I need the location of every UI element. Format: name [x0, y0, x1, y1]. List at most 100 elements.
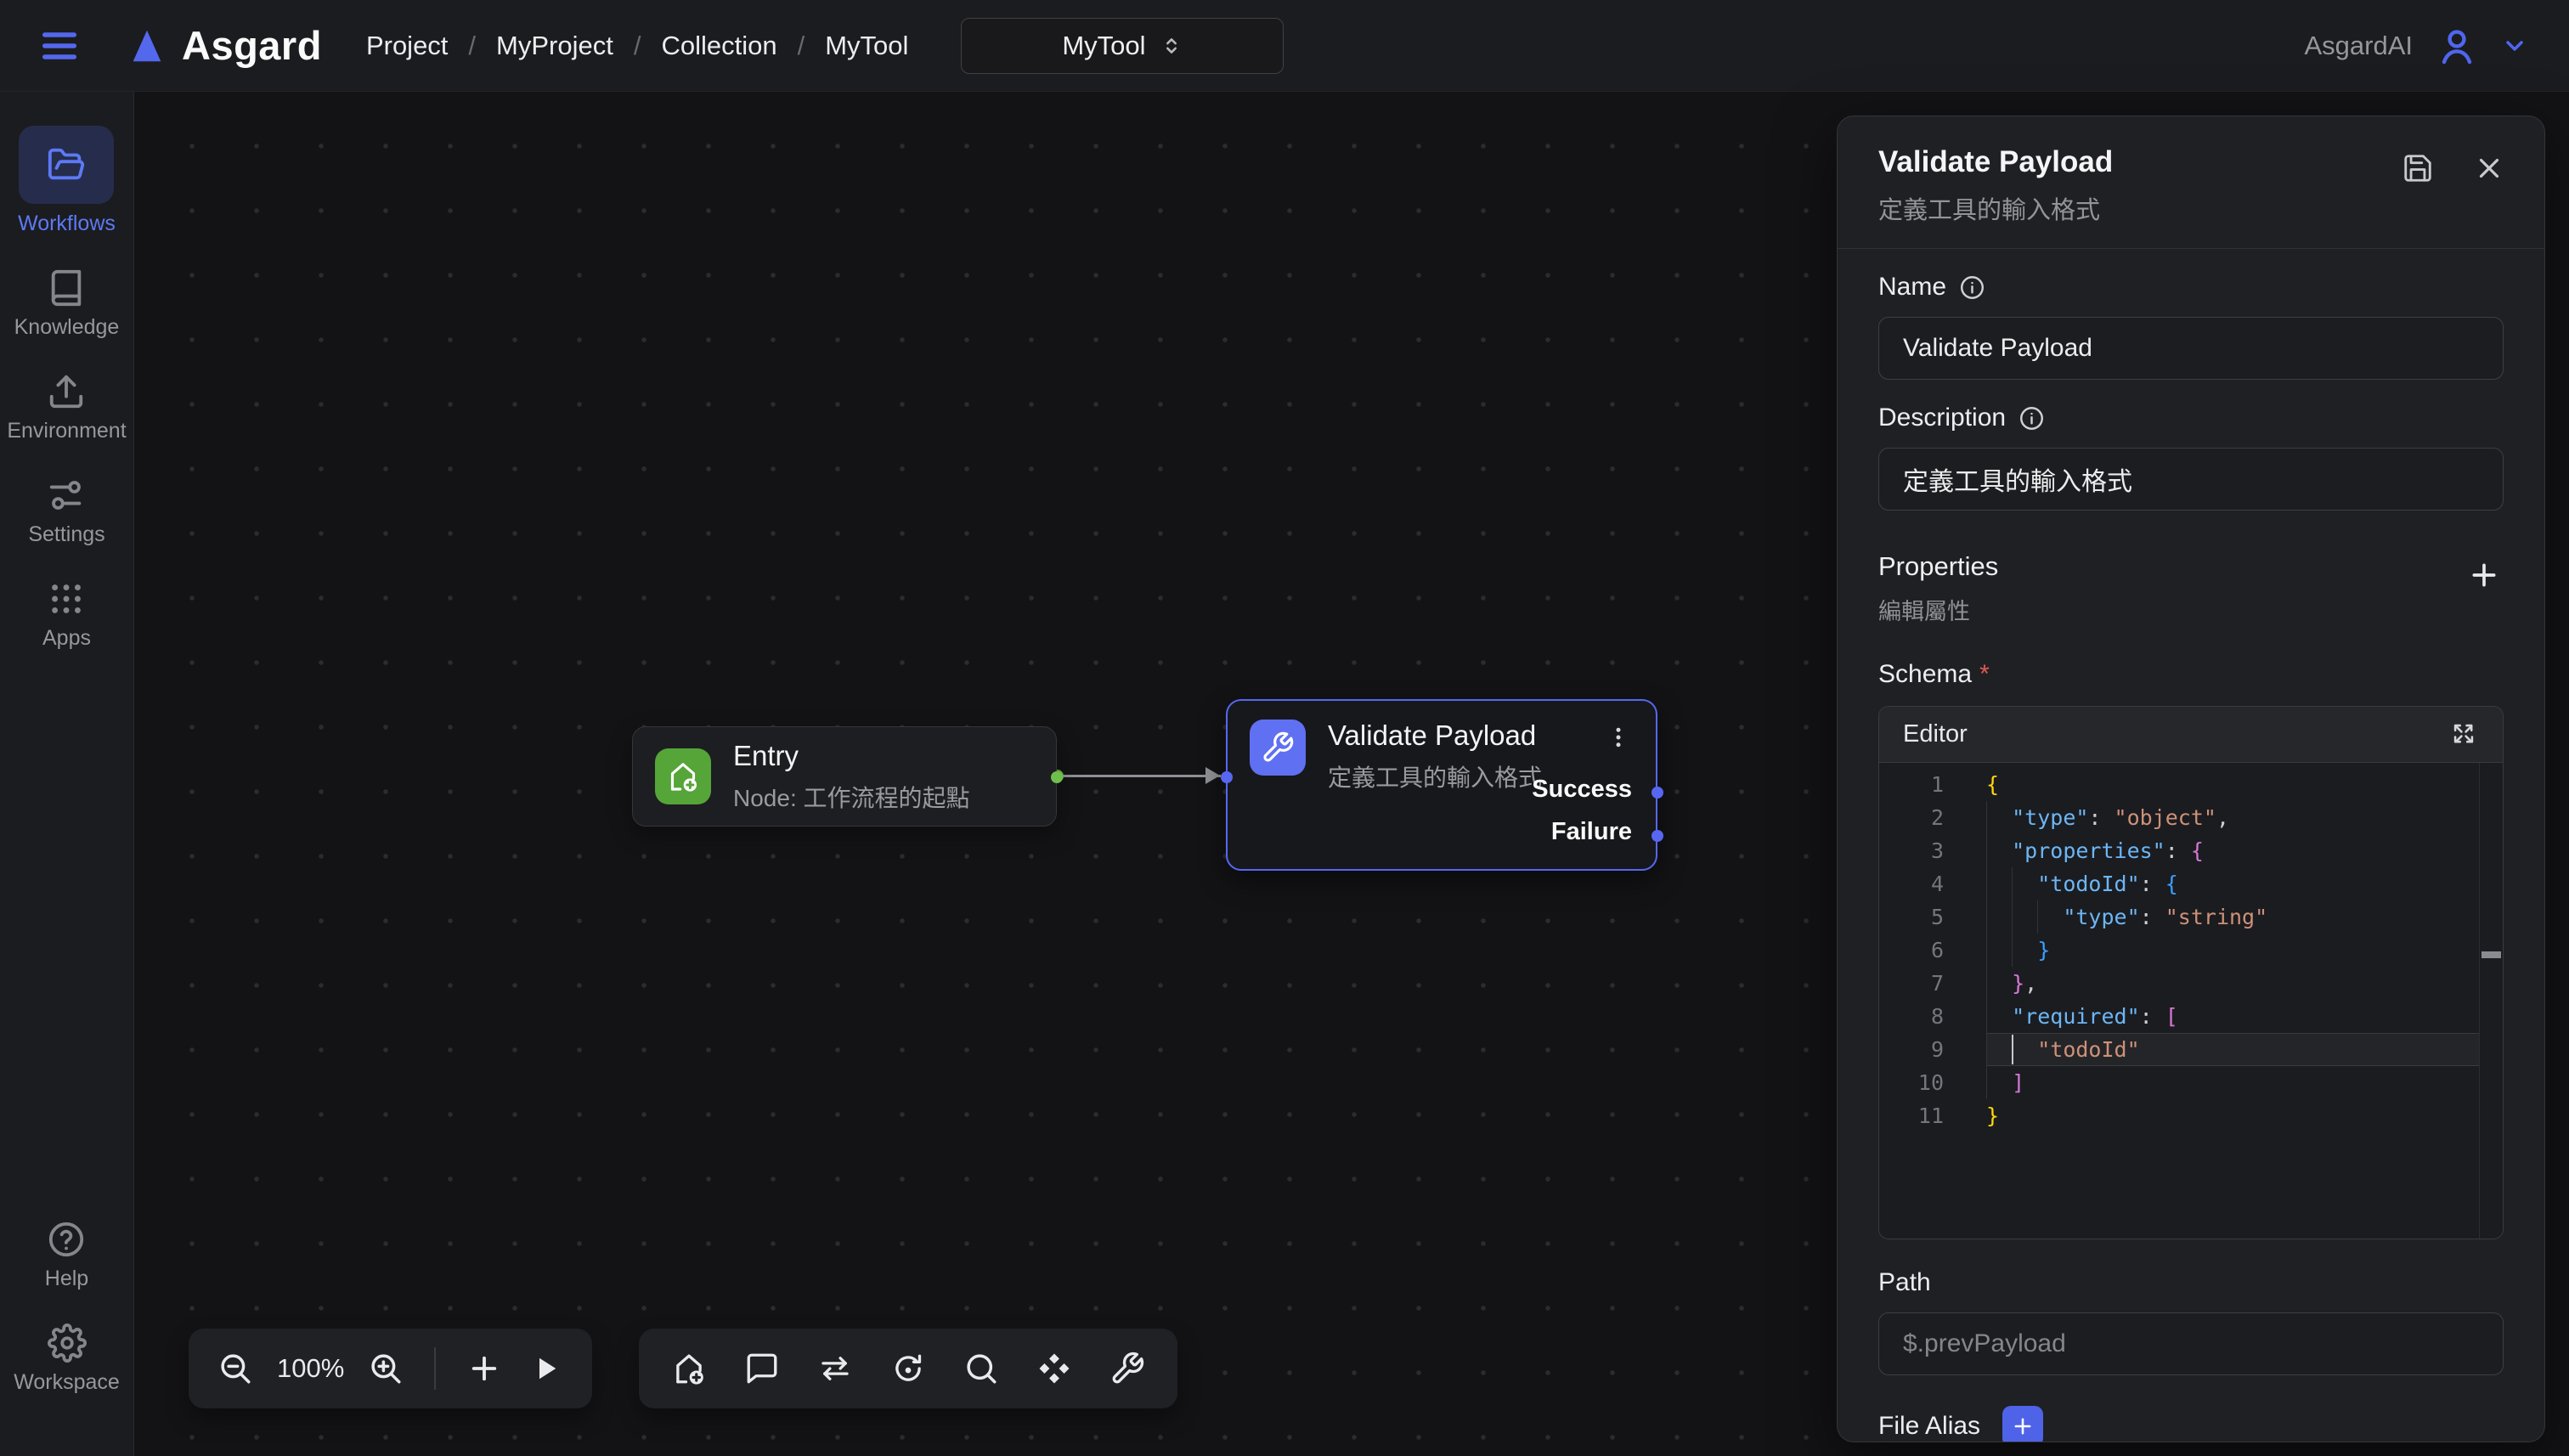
line-number: 4: [1879, 867, 1944, 900]
plus-icon: [2011, 1414, 2035, 1438]
sidebar-item-workspace[interactable]: Workspace: [14, 1323, 120, 1395]
node-validate-payload[interactable]: Validate Payload 定義工具的輸入格式 Success Failu…: [1226, 699, 1657, 871]
house-plus-icon: [666, 759, 700, 793]
validate-success-port[interactable]: [1652, 787, 1663, 799]
sidebar-item-workflows[interactable]: Workflows: [18, 126, 116, 236]
sidebar-item-environment[interactable]: Environment: [7, 372, 126, 443]
description-label-text: Description: [1878, 404, 2006, 432]
indent-guide: [1986, 900, 1987, 934]
brand[interactable]: Asgard: [127, 22, 322, 69]
line-number: 10: [1879, 1066, 1944, 1099]
account-name: AsgardAI: [2304, 31, 2413, 61]
tool-select-value: MyTool: [1062, 31, 1145, 61]
search-button[interactable]: [962, 1349, 1001, 1388]
sidebar-item-apps[interactable]: Apps: [42, 579, 91, 651]
save-button[interactable]: [2402, 152, 2434, 184]
indent-guide: [1986, 934, 1987, 967]
add-button[interactable]: [465, 1349, 504, 1388]
sidebar-item-settings[interactable]: Settings: [28, 476, 104, 547]
indent-guide: [1986, 801, 1987, 834]
expand-editor-button[interactable]: [2448, 720, 2479, 750]
file-alias-label: File Alias: [1878, 1412, 1980, 1441]
run-button[interactable]: [526, 1349, 565, 1388]
sidebar-item-knowledge[interactable]: Knowledge: [14, 268, 120, 340]
user-icon[interactable]: [2436, 25, 2477, 66]
node-entry[interactable]: Entry Node: 工作流程的起點: [632, 726, 1057, 827]
menu-icon: [37, 24, 82, 68]
sidebar-item-highlight: [47, 372, 86, 411]
sidebar-item-highlight: [47, 268, 86, 308]
close-button[interactable]: [2473, 152, 2505, 184]
sidebar-item-label: Help: [45, 1267, 88, 1291]
fit-view-button[interactable]: [1035, 1349, 1074, 1388]
entry-node-title: Entry: [733, 740, 970, 772]
swap-connections-button[interactable]: [816, 1349, 855, 1388]
name-field-label: Name: [1878, 273, 2504, 302]
code-line-5[interactable]: 5 "type": "string": [1879, 900, 2503, 934]
add-file-alias-button[interactable]: [2002, 1406, 2043, 1442]
sidebar-item-help[interactable]: Help: [45, 1220, 88, 1291]
path-input[interactable]: [1878, 1312, 2504, 1375]
chevron-down-icon[interactable]: [2501, 32, 2528, 59]
breadcrumb-item-myproject[interactable]: MyProject: [496, 31, 613, 61]
zoom-out-button[interactable]: [216, 1349, 255, 1388]
breadcrumb-item-mytool[interactable]: MyTool: [825, 31, 908, 61]
indent-guide: [2012, 900, 2013, 934]
info-icon[interactable]: [1959, 274, 1985, 301]
line-number: 5: [1879, 900, 1944, 934]
dots-vertical-icon: [1606, 725, 1631, 750]
add-entry-node-button[interactable]: [669, 1349, 709, 1388]
zoom-in-button[interactable]: [366, 1349, 405, 1388]
path-field-label: Path: [1878, 1268, 2504, 1297]
entry-output-port[interactable]: [1051, 771, 1063, 783]
code-line-10[interactable]: 10 ]: [1879, 1066, 2503, 1099]
description-input[interactable]: [1878, 448, 2504, 511]
breadcrumb-item-project[interactable]: Project: [366, 31, 448, 61]
tools-button[interactable]: [1108, 1349, 1147, 1388]
sidebar-item-highlight: [47, 476, 86, 515]
panel-body: Name Description Properties 編輯屬性 Schema*…: [1838, 273, 2544, 1442]
validate-node-outputs: Success Failure: [1532, 776, 1632, 846]
zoom-level[interactable]: 100%: [277, 1353, 344, 1384]
auto-layout-button[interactable]: [889, 1349, 928, 1388]
code-line-9[interactable]: 9 "todoId": [1879, 1033, 2503, 1066]
code-editor-area[interactable]: 1{2 "type": "object",3 "properties": {4 …: [1879, 763, 2503, 1239]
tool-select-dropdown[interactable]: MyTool: [961, 18, 1284, 74]
menu-button[interactable]: [37, 24, 82, 68]
breadcrumb-separator: /: [634, 31, 641, 61]
properties-text: Properties 編輯屬性: [1878, 551, 1998, 626]
code-line-4[interactable]: 4 "todoId": {: [1879, 867, 2503, 900]
node-menu-button[interactable]: [1603, 720, 1634, 757]
code-line-6[interactable]: 6 }: [1879, 934, 2503, 967]
file-alias-row: File Alias: [1878, 1406, 2504, 1442]
swap-arrows-icon: [817, 1351, 853, 1386]
add-property-button[interactable]: [2465, 556, 2504, 595]
sidebar-item-highlight: [47, 1220, 86, 1259]
toolbar-divider: [434, 1347, 436, 1390]
editor-scrollbar-thumb[interactable]: [2481, 951, 2501, 958]
wrench-icon: [1261, 731, 1295, 765]
gear-icon: [48, 1323, 87, 1363]
validate-node-subtitle: 定義工具的輸入格式: [1328, 759, 1542, 793]
line-number: 2: [1879, 801, 1944, 834]
editor-header: Editor: [1879, 707, 2503, 763]
indent-guide: [1986, 1066, 1987, 1099]
zoom-out-icon: [217, 1351, 253, 1386]
info-icon[interactable]: [2019, 405, 2045, 432]
breadcrumb-item-collection[interactable]: Collection: [661, 31, 776, 61]
code-line-7[interactable]: 7 },: [1879, 967, 2503, 1000]
code-line-1[interactable]: 1{: [1879, 768, 2503, 801]
name-input[interactable]: [1878, 317, 2504, 380]
code-line-8[interactable]: 8 "required": [: [1879, 1000, 2503, 1033]
editor-scrollbar[interactable]: [2479, 763, 2503, 1239]
line-number: 8: [1879, 1000, 1944, 1033]
code-line-3[interactable]: 3 "properties": {: [1879, 834, 2503, 867]
code-line-11[interactable]: 11}: [1879, 1099, 2503, 1132]
validate-failure-port[interactable]: [1652, 830, 1663, 842]
house-plus-icon: [671, 1351, 707, 1386]
code-line-2[interactable]: 2 "type": "object",: [1879, 801, 2503, 834]
comment-button[interactable]: [742, 1349, 782, 1388]
validate-input-port[interactable]: [1221, 771, 1233, 783]
wrench-icon: [1109, 1351, 1145, 1386]
node-config-panel: Validate Payload 定義工具的輸入格式 Name Descript…: [1837, 116, 2545, 1442]
